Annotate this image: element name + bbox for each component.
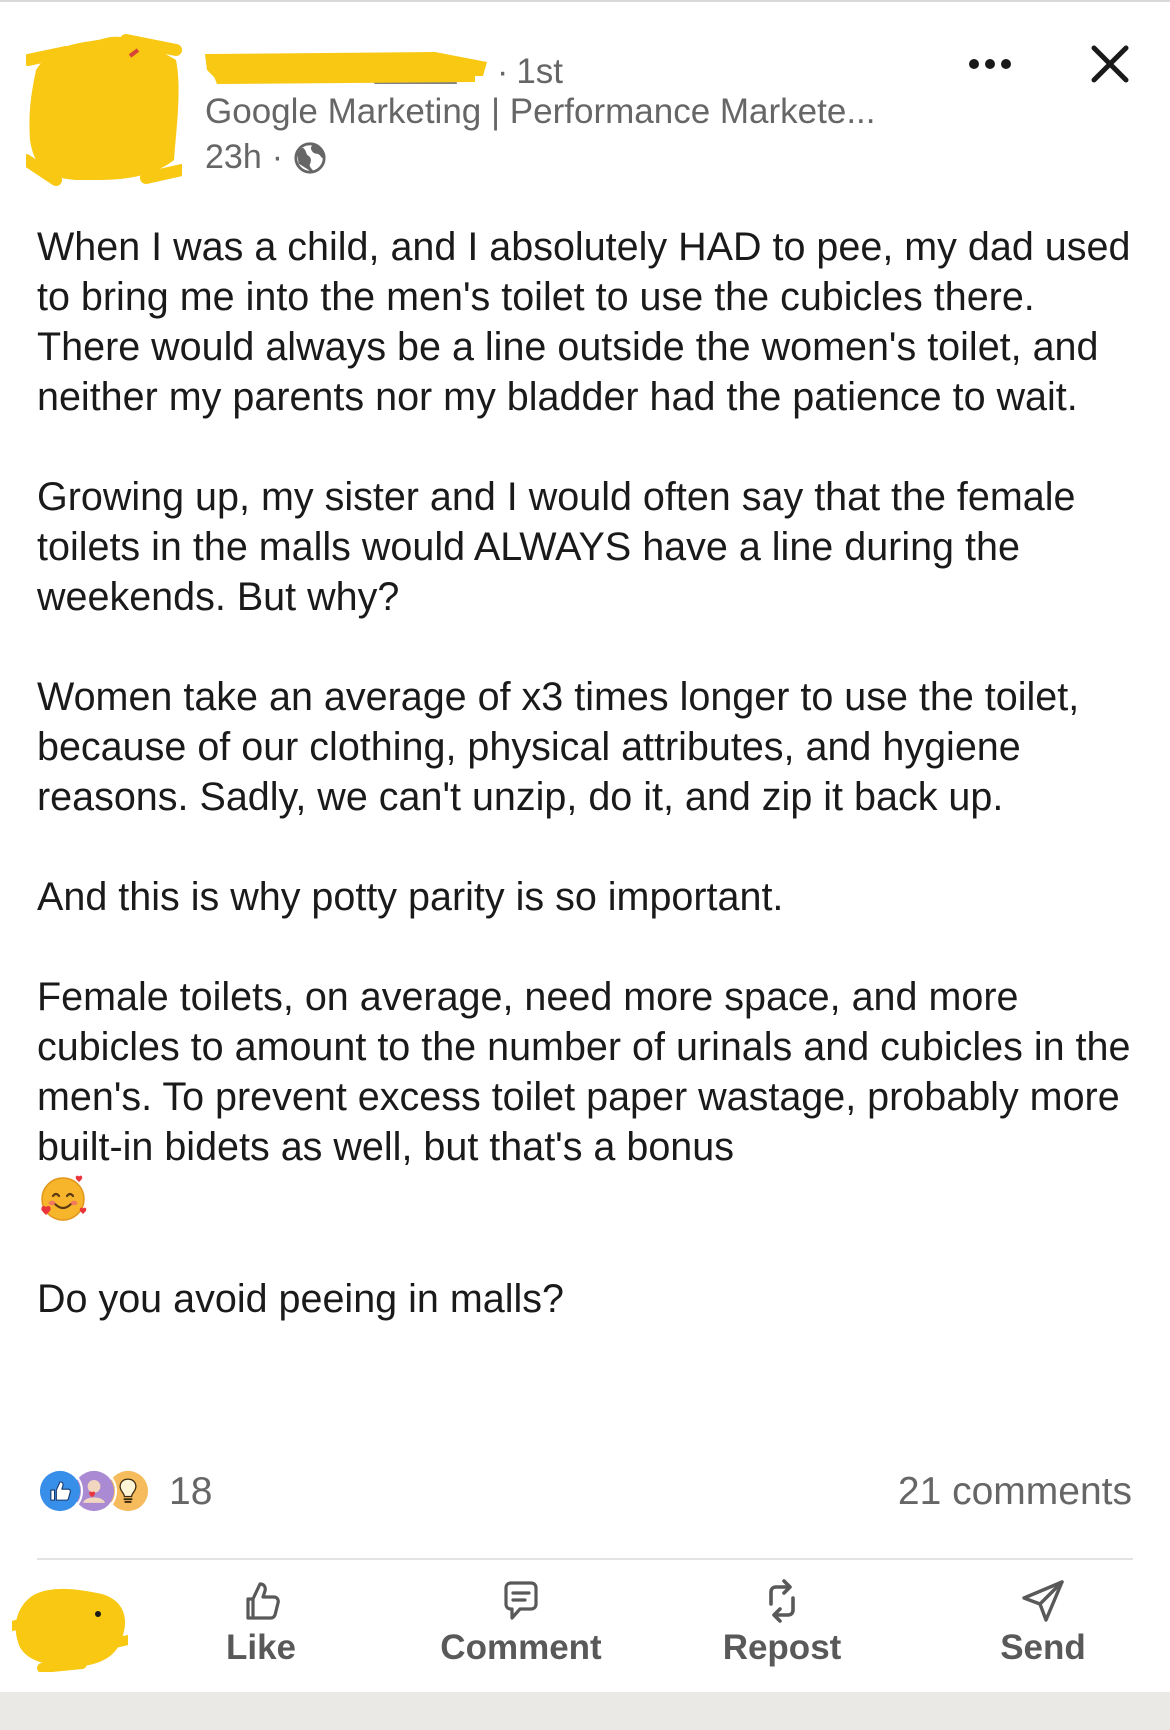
close-post-button[interactable] <box>1082 36 1138 92</box>
post-paragraph: Do you avoid peeing in malls? <box>37 1277 564 1321</box>
action-bar-divider <box>37 1558 1133 1560</box>
post-text: When I was a child, and I absolutely HAD… <box>37 222 1147 1324</box>
like-reaction-icon <box>37 1468 83 1514</box>
smiling-face-with-hearts-icon <box>41 1175 87 1221</box>
globe-icon <box>294 141 326 174</box>
reaction-count: 18 <box>169 1470 213 1513</box>
post-time: 23h <box>205 138 262 176</box>
comment-label: Comment <box>440 1628 602 1667</box>
redacted-name-scribble <box>205 52 487 84</box>
like-label: Like <box>225 1628 297 1667</box>
post-paragraph: And this is why potty parity is so impor… <box>37 875 784 919</box>
post-paragraph: Women take an average of x3 times longer… <box>37 675 1080 819</box>
post-paragraph: Female toilets, on average, need more sp… <box>37 975 1131 1169</box>
close-icon <box>1091 45 1129 83</box>
meta-separator-dot: · <box>271 138 284 176</box>
author-headline[interactable]: Google Marketing | Performance Markete..… <box>205 92 876 132</box>
repost-icon <box>769 1579 795 1623</box>
post-meta: 23h · <box>205 138 327 177</box>
send-label: Send <box>1000 1628 1086 1667</box>
comment-button[interactable]: Comment <box>421 1578 621 1678</box>
top-border <box>0 0 1170 2</box>
like-icon <box>246 1582 280 1620</box>
like-button[interactable]: Like <box>161 1578 361 1678</box>
repost-button[interactable]: Repost <box>682 1578 882 1678</box>
post-paragraph: Growing up, my sister and I would often … <box>37 475 1076 619</box>
comments-count-link[interactable]: 21 comments <box>898 1466 1132 1518</box>
name-separator-dot: · <box>497 52 509 91</box>
reaction-icons <box>37 1468 157 1516</box>
connection-degree: 1st <box>516 52 564 91</box>
more-options-button[interactable] <box>960 42 1020 86</box>
send-button[interactable]: Send <box>943 1578 1143 1678</box>
send-icon <box>1022 1580 1064 1622</box>
post-paragraph-with-emoji: Female toilets, on average, need more sp… <box>37 972 1147 1224</box>
ellipsis-icon <box>969 59 1011 69</box>
bottom-bar <box>0 1692 1170 1730</box>
post-action-bar: Like Comment Repost Send <box>0 1570 1170 1688</box>
repost-label: Repost <box>722 1628 842 1667</box>
reactions-summary[interactable]: 18 <box>37 1466 212 1518</box>
post-paragraph: When I was a child, and I absolutely HAD… <box>37 225 1131 419</box>
comment-icon <box>504 1581 538 1620</box>
author-avatar[interactable] <box>26 30 182 186</box>
current-user-avatar[interactable] <box>12 1576 128 1672</box>
